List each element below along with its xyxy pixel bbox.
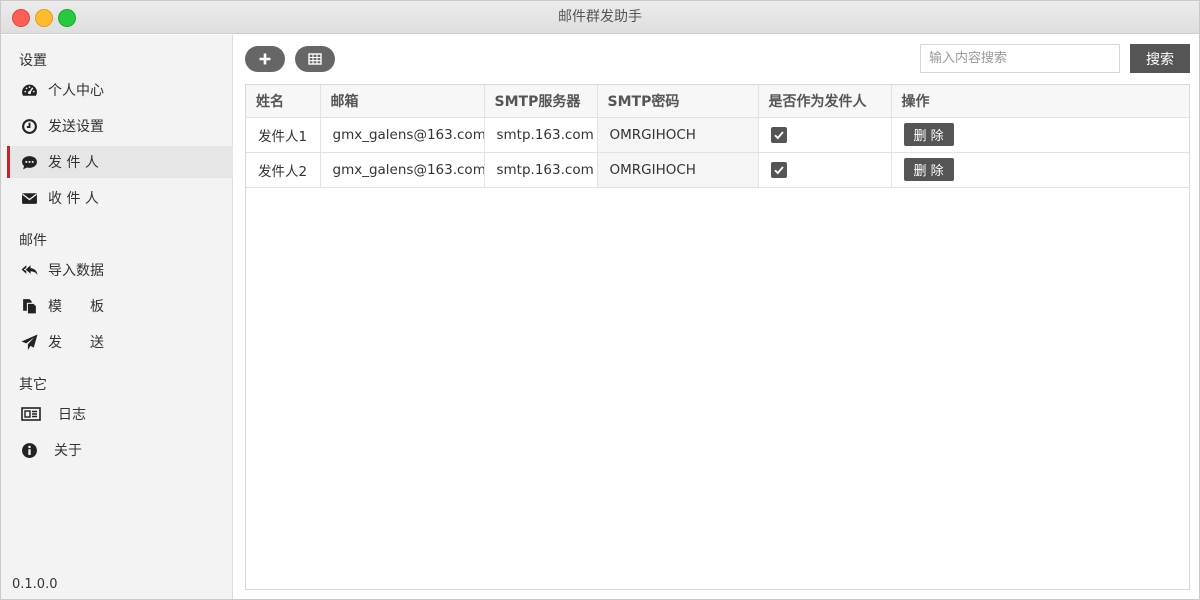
app-window: 邮件群发助手 设置 个人中心 发送设置 发 件 人 收 件 人 邮件 导入数据 … (0, 0, 1200, 600)
table-row[interactable]: 发件人1 gmx_galens@163.com smtp.163.com OMR… (246, 117, 1189, 153)
column-header-action: 操作 (891, 85, 1189, 118)
sidebar-item-templates[interactable]: 模 板 (7, 290, 233, 322)
table-row[interactable]: 发件人2 gmx_galens@163.com smtp.163.com OMR… (246, 152, 1189, 188)
copy-icon (20, 297, 38, 315)
sidebar-item-import-data[interactable]: 导入数据 (7, 254, 233, 286)
is-sender-checkbox[interactable] (770, 161, 787, 178)
reply-all-icon (20, 261, 38, 279)
delete-button[interactable]: 删 除 (903, 123, 954, 146)
cell-email: gmx_galens@163.com (320, 152, 485, 188)
window-title: 邮件群发助手 (558, 9, 642, 25)
sidebar-item-send-settings[interactable]: 发送设置 (7, 110, 233, 142)
sidebar-section-settings: 设置 (19, 53, 47, 69)
sidebar-item-label: 发 送 (48, 335, 104, 351)
column-header-smtp-password[interactable]: SMTP密码 (597, 85, 759, 118)
cell-action: 删 除 (891, 117, 1189, 153)
sidebar-item-recipients[interactable]: 收 件 人 (7, 182, 233, 214)
column-header-smtp-server[interactable]: SMTP服务器 (484, 85, 598, 118)
sidebar: 设置 个人中心 发送设置 发 件 人 收 件 人 邮件 导入数据 模 板 发 送… (1, 35, 233, 599)
clock-icon (20, 117, 38, 135)
sidebar-item-about[interactable]: 关于 (7, 434, 233, 466)
sidebar-item-label: 发送设置 (48, 119, 104, 135)
sidebar-item-label: 导入数据 (48, 263, 104, 279)
sidebar-item-label: 个人中心 (48, 83, 104, 99)
sidebar-item-label: 收 件 人 (48, 191, 99, 207)
search-input[interactable] (920, 44, 1120, 73)
sidebar-item-label: 发 件 人 (48, 155, 99, 171)
cell-name: 发件人2 (246, 152, 321, 188)
delete-button[interactable]: 删 除 (903, 158, 954, 181)
sidebar-item-profile[interactable]: 个人中心 (7, 74, 233, 106)
is-sender-checkbox[interactable] (770, 126, 787, 143)
cell-is-sender (758, 152, 892, 188)
cell-smtp-server: smtp.163.com (484, 117, 598, 153)
sidebar-item-senders[interactable]: 发 件 人 (7, 146, 233, 178)
sidebar-section-other: 其它 (19, 377, 47, 393)
sidebar-section-mail: 邮件 (19, 233, 47, 249)
sidebar-item-logs[interactable]: 日志 (7, 398, 233, 430)
sidebar-item-label: 日志 (58, 407, 86, 423)
sidebar-item-send[interactable]: 发 送 (7, 326, 233, 358)
column-header-is-sender[interactable]: 是否作为发件人 (758, 85, 892, 118)
cell-smtp-password[interactable]: OMRGIHOCH (597, 117, 759, 153)
newspaper-icon (20, 405, 42, 423)
version-label: 0.1.0.0 (12, 577, 58, 592)
column-header-name[interactable]: 姓名 (246, 85, 321, 118)
add-sender-button[interactable] (245, 46, 285, 72)
table-icon (308, 52, 322, 66)
cell-action: 删 除 (891, 152, 1189, 188)
title-bar: 邮件群发助手 (1, 1, 1199, 34)
senders-table: 姓名 邮箱 SMTP服务器 SMTP密码 是否作为发件人 操作 发件人1 gmx… (245, 84, 1190, 590)
cell-smtp-server: smtp.163.com (484, 152, 598, 188)
envelope-icon (20, 189, 38, 207)
table-header-row: 姓名 邮箱 SMTP服务器 SMTP密码 是否作为发件人 操作 (246, 85, 1189, 118)
search-button[interactable]: 搜索 (1130, 44, 1190, 73)
plus-icon (258, 52, 272, 66)
paper-plane-icon (20, 333, 38, 351)
table-view-button[interactable] (295, 46, 335, 72)
cell-smtp-password[interactable]: OMRGIHOCH (597, 152, 759, 188)
cell-name: 发件人1 (246, 117, 321, 153)
column-header-email[interactable]: 邮箱 (320, 85, 485, 118)
dashboard-icon (20, 81, 38, 99)
sidebar-item-label: 模 板 (48, 299, 104, 315)
sidebar-item-label: 关于 (54, 443, 82, 459)
cell-email: gmx_galens@163.com (320, 117, 485, 153)
comment-icon (20, 153, 38, 171)
cell-is-sender (758, 117, 892, 153)
main-panel: 搜索 姓名 邮箱 SMTP服务器 SMTP密码 是否作为发件人 操作 (234, 35, 1199, 599)
info-circle-icon (20, 441, 38, 459)
